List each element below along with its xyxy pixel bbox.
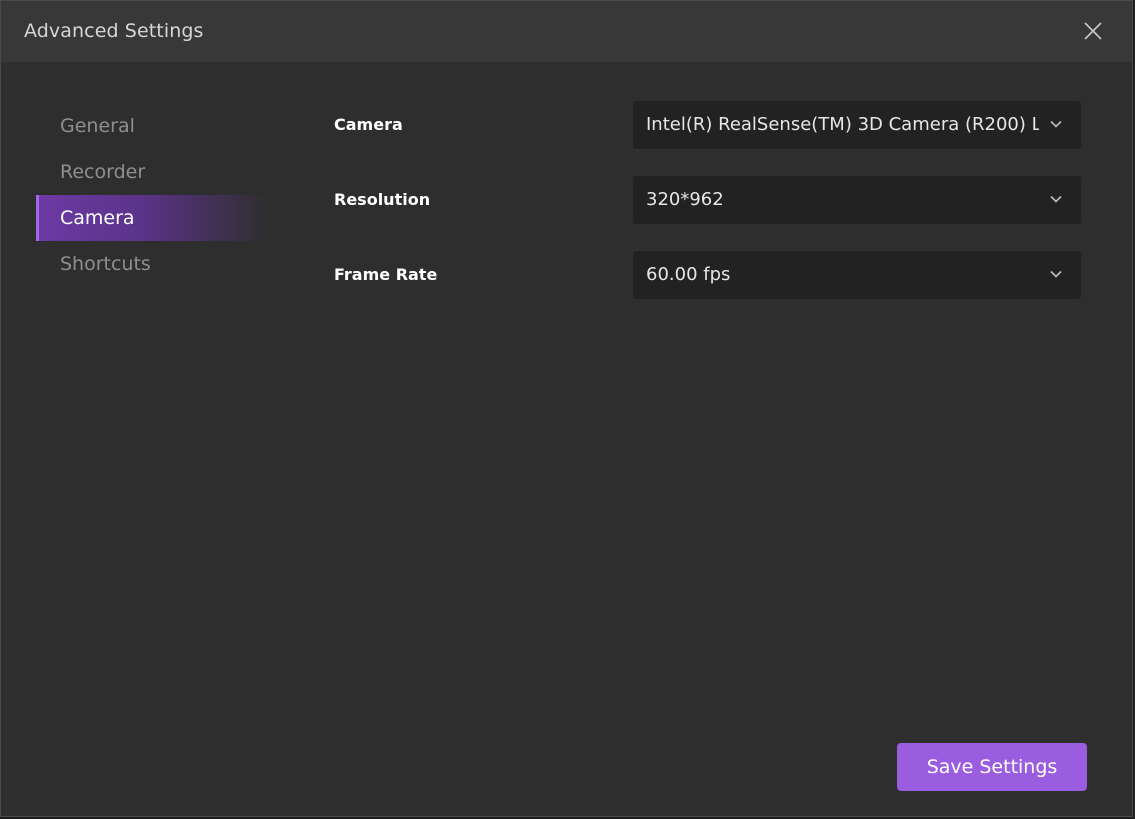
frame-rate-select-value: 60.00 fps <box>646 264 731 285</box>
resolution-select-value: 320*962 <box>646 189 724 210</box>
close-icon <box>1084 22 1102 40</box>
sidebar-item-label: General <box>60 115 135 137</box>
sidebar-item-recorder[interactable]: Recorder <box>36 149 268 195</box>
sidebar-item-label: Recorder <box>60 161 146 183</box>
resolution-select[interactable]: 320*962 <box>633 176 1081 224</box>
camera-label: Camera <box>334 115 403 134</box>
sidebar-item-general[interactable]: General <box>36 103 268 149</box>
sidebar-item-label: Shortcuts <box>60 253 151 275</box>
save-settings-button[interactable]: Save Settings <box>897 743 1087 791</box>
sidebar-item-shortcuts[interactable]: Shortcuts <box>36 241 268 287</box>
sidebar-item-camera[interactable]: Camera <box>36 195 268 241</box>
advanced-settings-dialog: Advanced Settings General Recorder Camer… <box>0 0 1133 817</box>
chevron-down-icon <box>1050 120 1062 128</box>
sidebar-item-label: Camera <box>60 207 135 229</box>
chevron-down-icon <box>1050 195 1062 203</box>
camera-select[interactable]: Intel(R) RealSense(TM) 3D Camera (R200) … <box>633 101 1081 149</box>
resolution-label: Resolution <box>334 190 431 209</box>
title-bar: Advanced Settings <box>1 1 1132 62</box>
frame-rate-select[interactable]: 60.00 fps <box>633 251 1081 299</box>
chevron-down-icon <box>1050 270 1062 278</box>
camera-select-value: Intel(R) RealSense(TM) 3D Camera (R200) … <box>646 114 1039 135</box>
frame-rate-label: Frame Rate <box>334 265 438 284</box>
close-button[interactable] <box>1082 20 1104 42</box>
window-title: Advanced Settings <box>24 20 204 42</box>
